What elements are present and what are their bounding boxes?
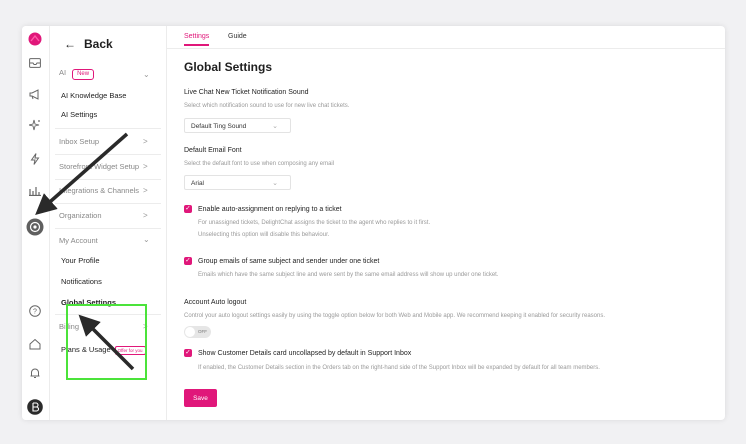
auto-logout-label: Account Auto logout bbox=[184, 299, 247, 306]
email-font-select[interactable]: Arial ⌄ bbox=[184, 175, 291, 190]
chevron-down-icon: ⌄ bbox=[143, 70, 150, 79]
sidebar-item-notifications[interactable]: Notifications bbox=[61, 277, 102, 286]
settings-icon[interactable] bbox=[25, 217, 45, 237]
svg-text:?: ? bbox=[33, 308, 37, 315]
chevron-down-icon: ⌄ bbox=[143, 235, 150, 244]
tab-guide[interactable]: Guide bbox=[228, 33, 247, 40]
notification-sound-select[interactable]: Default Ting Sound ⌄ bbox=[184, 118, 291, 133]
notification-sound-label: Live Chat New Ticket Notification Sound bbox=[184, 89, 309, 96]
logo-icon[interactable] bbox=[25, 29, 45, 49]
chart-icon[interactable] bbox=[25, 181, 45, 201]
sidebar-section-my-account[interactable]: My Account ⌄ bbox=[59, 235, 150, 245]
sidebar-item-ai-settings[interactable]: AI Settings bbox=[61, 110, 97, 119]
chevron-down-icon: ⌄ bbox=[272, 123, 278, 130]
home-icon[interactable] bbox=[25, 334, 45, 354]
page-title: Global Settings bbox=[184, 60, 273, 74]
icon-rail: ? bbox=[22, 26, 50, 420]
help-icon[interactable]: ? bbox=[25, 301, 45, 321]
chevron-right-icon: > bbox=[143, 137, 148, 146]
tab-settings[interactable]: Settings bbox=[184, 33, 210, 46]
auto-logout-toggle[interactable]: OFF bbox=[184, 326, 211, 338]
group-emails-label: Group emails of same subject and sender … bbox=[198, 258, 380, 265]
sidebar-section-integrations[interactable]: Integrations & Channels > bbox=[59, 186, 148, 195]
notification-sound-description: Select which notification sound to use f… bbox=[184, 103, 350, 109]
group-emails-description: Emails which have the same subject line … bbox=[198, 272, 499, 278]
inbox-icon[interactable] bbox=[25, 53, 45, 73]
divider bbox=[55, 228, 161, 229]
sparkle-icon[interactable] bbox=[25, 115, 45, 135]
sidebar-section-organization[interactable]: Organization > bbox=[59, 211, 148, 220]
divider bbox=[55, 203, 161, 204]
toggle-knob bbox=[185, 327, 195, 337]
chevron-right-icon: > bbox=[143, 186, 148, 195]
divider bbox=[55, 128, 161, 129]
bell-icon[interactable] bbox=[25, 363, 45, 383]
save-button[interactable]: Save bbox=[184, 389, 217, 407]
sidebar-item-ai-knowledge-base[interactable]: AI Knowledge Base bbox=[61, 91, 126, 100]
divider bbox=[55, 154, 161, 155]
chevron-right-icon: > bbox=[143, 211, 148, 220]
auto-assign-label: Enable auto-assignment on replying to a … bbox=[198, 206, 342, 213]
customer-details-description: If enabled, the Customer Details section… bbox=[198, 365, 600, 371]
sidebar-section-ai[interactable]: AI New ⌄ bbox=[59, 68, 150, 80]
auto-assign-description-2: Unselecting this option will disable thi… bbox=[198, 232, 330, 238]
sidebar-section-inbox-setup[interactable]: Inbox Setup > bbox=[59, 137, 148, 146]
megaphone-icon[interactable] bbox=[25, 84, 45, 104]
email-font-label: Default Email Font bbox=[184, 147, 242, 154]
back-button[interactable]: ← Back bbox=[64, 37, 113, 51]
divider bbox=[55, 179, 161, 180]
customer-details-label: Show Customer Details card uncollapsed b… bbox=[198, 350, 412, 357]
customer-details-checkbox[interactable]: ✓ bbox=[184, 349, 192, 357]
email-font-description: Select the default font to use when comp… bbox=[184, 161, 335, 167]
auto-logout-description: Control your auto logout settings easily… bbox=[184, 313, 606, 319]
highlight-box bbox=[66, 304, 147, 380]
auto-assign-checkbox[interactable]: ✓ bbox=[184, 205, 192, 213]
main-content: Settings Guide Global Settings Live Chat… bbox=[167, 26, 725, 420]
lightning-icon[interactable] bbox=[25, 149, 45, 169]
back-arrow-icon: ← bbox=[64, 37, 76, 51]
chevron-right-icon: > bbox=[143, 162, 148, 171]
new-badge: New bbox=[72, 69, 95, 80]
tab-bar: Settings Guide bbox=[167, 26, 725, 49]
auto-assign-description: For unassigned tickets, DelightChat assi… bbox=[198, 220, 431, 226]
chevron-down-icon: ⌄ bbox=[272, 180, 278, 187]
sidebar-section-storefront-widget[interactable]: Storefront Widget Setup > bbox=[59, 162, 148, 171]
avatar-icon[interactable] bbox=[25, 397, 45, 417]
sidebar-item-your-profile[interactable]: Your Profile bbox=[61, 256, 100, 265]
group-emails-checkbox[interactable]: ✓ bbox=[184, 257, 192, 265]
